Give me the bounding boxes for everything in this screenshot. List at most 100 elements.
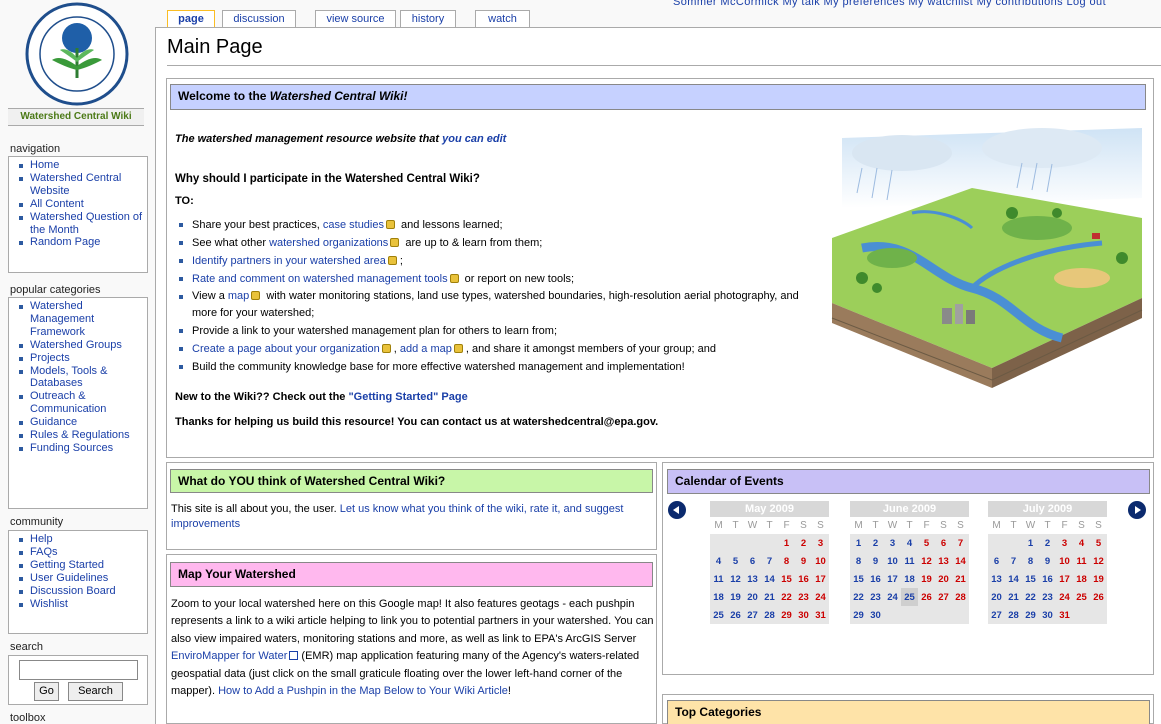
calendar-day[interactable]: 11 xyxy=(710,570,727,588)
calendar-day[interactable]: 24 xyxy=(884,588,901,606)
bullet-link[interactable]: Create a page about your organization xyxy=(192,343,380,355)
calendar-day[interactable]: 1 xyxy=(850,534,867,552)
com-item[interactable]: Help xyxy=(13,533,147,546)
calendar-day[interactable]: 6 xyxy=(744,552,761,570)
pop-item[interactable]: Projects xyxy=(13,352,147,365)
calendar-day[interactable]: 26 xyxy=(1090,588,1107,606)
calendar-day[interactable]: 10 xyxy=(1056,552,1073,570)
calendar-day[interactable]: 26 xyxy=(727,606,744,624)
calendar-day[interactable]: 3 xyxy=(1056,534,1073,552)
nav-item[interactable]: Watershed Central Website xyxy=(13,172,147,198)
epa-logo[interactable] xyxy=(8,0,146,108)
calendar-day[interactable]: 21 xyxy=(1005,588,1022,606)
calendar-day[interactable]: 19 xyxy=(1090,570,1107,588)
calendar-day[interactable]: 30 xyxy=(1039,606,1056,624)
calendar-day[interactable]: 10 xyxy=(884,552,901,570)
calendar-day[interactable]: 22 xyxy=(850,588,867,606)
pop-item[interactable]: Rules & Regulations xyxy=(13,429,147,442)
calendar-day[interactable]: 28 xyxy=(1005,606,1022,624)
pop-item[interactable]: Funding Sources xyxy=(13,442,147,455)
search-button[interactable]: Search xyxy=(68,682,123,701)
calendar-prev-button[interactable] xyxy=(668,501,686,519)
calendar-day[interactable]: 29 xyxy=(1022,606,1039,624)
bullet-link[interactable]: add a map xyxy=(400,343,452,355)
calendar-day[interactable]: 4 xyxy=(1073,534,1090,552)
calendar-day[interactable]: 8 xyxy=(1022,552,1039,570)
calendar-day[interactable]: 3 xyxy=(884,534,901,552)
calendar-day[interactable]: 22 xyxy=(1022,588,1039,606)
getting-started-link[interactable]: "Getting Started" Page xyxy=(348,391,467,403)
calendar-day[interactable]: 9 xyxy=(795,552,812,570)
calendar-day[interactable]: 26 xyxy=(918,588,935,606)
calendar-day[interactable]: 7 xyxy=(952,534,969,552)
bullet-link[interactable]: Identify partners in your watershed area xyxy=(192,255,386,267)
com-item[interactable]: FAQs xyxy=(13,546,147,559)
calendar-day[interactable]: 5 xyxy=(1090,534,1107,552)
calendar-day[interactable]: 6 xyxy=(988,552,1005,570)
calendar-day[interactable]: 28 xyxy=(952,588,969,606)
nav-item[interactable]: Watershed Question of the Month xyxy=(13,211,147,237)
calendar-day[interactable]: 30 xyxy=(867,606,884,624)
calendar-day[interactable]: 24 xyxy=(812,588,829,606)
com-item[interactable]: Discussion Board xyxy=(13,585,147,598)
nav-item[interactable]: All Content xyxy=(13,198,147,211)
pop-item[interactable]: Watershed Management Framework xyxy=(13,300,147,339)
calendar-day[interactable]: 15 xyxy=(778,570,795,588)
search-input[interactable] xyxy=(19,660,138,680)
calendar-day[interactable]: 16 xyxy=(795,570,812,588)
com-item[interactable]: Wishlist xyxy=(13,598,147,611)
tab-discussion[interactable]: discussion xyxy=(222,10,296,28)
calendar-day[interactable]: 10 xyxy=(812,552,829,570)
wiki-name[interactable]: Watershed Central Wiki xyxy=(8,108,144,126)
user-links[interactable]: Sommer McCormick My talk My preferences … xyxy=(673,0,1161,8)
calendar-day[interactable]: 6 xyxy=(935,534,952,552)
calendar-day[interactable]: 16 xyxy=(867,570,884,588)
calendar-day[interactable]: 15 xyxy=(850,570,867,588)
pop-item[interactable]: Watershed Groups xyxy=(13,339,147,352)
calendar-day[interactable]: 12 xyxy=(918,552,935,570)
com-item[interactable]: Getting Started xyxy=(13,559,147,572)
calendar-day[interactable]: 19 xyxy=(918,570,935,588)
bullet-link[interactable]: watershed organizations xyxy=(269,237,388,249)
calendar-day[interactable]: 12 xyxy=(727,570,744,588)
tab-watch[interactable]: watch xyxy=(475,10,530,28)
calendar-day[interactable]: 12 xyxy=(1090,552,1107,570)
calendar-day[interactable]: 2 xyxy=(795,534,812,552)
calendar-day[interactable]: 15 xyxy=(1022,570,1039,588)
calendar-day[interactable]: 23 xyxy=(867,588,884,606)
calendar-day[interactable]: 18 xyxy=(1073,570,1090,588)
calendar-day[interactable]: 11 xyxy=(1073,552,1090,570)
calendar-day[interactable]: 23 xyxy=(795,588,812,606)
calendar-day[interactable]: 24 xyxy=(1056,588,1073,606)
calendar-day[interactable]: 8 xyxy=(778,552,795,570)
calendar-day[interactable]: 21 xyxy=(761,588,778,606)
go-button[interactable]: Go xyxy=(34,682,59,701)
bullet-link[interactable]: case studies xyxy=(323,219,384,231)
pushpin-howto-link[interactable]: How to Add a Pushpin in the Map Below to… xyxy=(218,685,508,697)
calendar-day[interactable]: 31 xyxy=(812,606,829,624)
nav-item[interactable]: Random Page xyxy=(13,236,147,249)
calendar-day[interactable]: 3 xyxy=(812,534,829,552)
calendar-day[interactable]: 14 xyxy=(761,570,778,588)
bullet-link[interactable]: map xyxy=(228,290,249,302)
calendar-day[interactable]: 29 xyxy=(850,606,867,624)
calendar-day[interactable]: 9 xyxy=(867,552,884,570)
tagline-link[interactable]: you can edit xyxy=(442,133,506,145)
calendar-day[interactable]: 29 xyxy=(778,606,795,624)
calendar-day[interactable]: 9 xyxy=(1039,552,1056,570)
calendar-day[interactable]: 1 xyxy=(778,534,795,552)
calendar-day[interactable]: 25 xyxy=(901,588,918,606)
calendar-day[interactable]: 4 xyxy=(710,552,727,570)
calendar-next-button[interactable] xyxy=(1128,501,1146,519)
calendar-day[interactable]: 17 xyxy=(884,570,901,588)
calendar-day[interactable]: 13 xyxy=(988,570,1005,588)
calendar-day[interactable]: 19 xyxy=(727,588,744,606)
calendar-day[interactable]: 28 xyxy=(761,606,778,624)
calendar-day[interactable]: 5 xyxy=(727,552,744,570)
calendar-day[interactable]: 4 xyxy=(901,534,918,552)
calendar-day[interactable]: 25 xyxy=(1073,588,1090,606)
calendar-day[interactable]: 13 xyxy=(744,570,761,588)
calendar-day[interactable]: 27 xyxy=(988,606,1005,624)
calendar-day[interactable]: 23 xyxy=(1039,588,1056,606)
calendar-day[interactable]: 5 xyxy=(918,534,935,552)
